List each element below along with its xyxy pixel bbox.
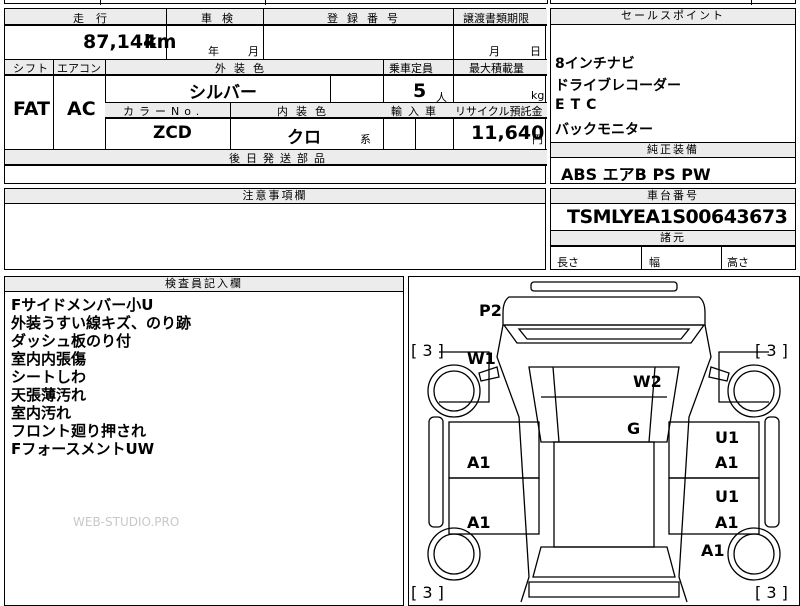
damage-mark-w1: W1 [467, 349, 496, 368]
damage-mark-g: G [627, 419, 641, 438]
inspector-note-line: FフォースメントUW [11, 440, 155, 458]
damage-mark-p2: P2 [479, 301, 502, 320]
exterior-color-header: 外装色 [215, 62, 272, 75]
caution-header: 注意事項欄 [5, 189, 545, 204]
shift-value: FAT [13, 98, 50, 120]
damage-mark-a1: A1 [467, 513, 491, 532]
vehicle-info-table: 走行 車検 登録番号 譲渡書類期限 87,144 km 年 月 月 日 シフト … [4, 8, 547, 184]
tire-front-left: [ 3 ] [411, 341, 444, 360]
aircon-header: エアコン [57, 62, 101, 75]
sales-points-header: セールスポイント [551, 9, 795, 25]
max-load-unit: kg [531, 89, 545, 102]
dimension-height-label: 高さ [727, 256, 749, 269]
recycle-unit: 円 [532, 133, 543, 146]
caution-panel: 注意事項欄 [4, 188, 546, 270]
inspection-year-unit: 年 [208, 45, 219, 58]
damage-mark-u1: U1 [715, 487, 740, 506]
inspection-month-unit: 月 [248, 45, 259, 58]
transfer-deadline-header: 譲渡書類期限 [463, 12, 529, 25]
car-diagram [427, 281, 781, 603]
tire-rear-right: [ 3 ] [755, 583, 788, 602]
interior-color-value: クロ [287, 128, 321, 148]
chassis-header: 車台番号 [551, 189, 795, 204]
sales-point-item: 8インチナビ [555, 56, 635, 72]
damage-mark-w2: W2 [633, 372, 662, 391]
color-no-header: カラーNo. [123, 105, 205, 118]
registration-header: 登録番号 [327, 12, 407, 25]
chassis-number: TSMLYEA1S00643673 [567, 206, 788, 228]
dimension-width-label: 幅 [649, 256, 660, 269]
watermark: WEB-STUDIO.PRO [73, 515, 180, 529]
exterior-color-value: シルバー [189, 83, 257, 103]
dimensions-header: 諸元 [551, 231, 795, 246]
sales-points-panel: セールスポイント 8インチナビ ドライブレコーダー ETC バックモニター [550, 8, 796, 143]
transfer-month-unit: 月 [489, 45, 500, 58]
genuine-equipment-panel: 純正装備 ABS エアB PS PW [550, 142, 796, 184]
damage-mark-a1: A1 [467, 453, 491, 472]
mileage-header: 走行 [73, 12, 119, 25]
mileage-unit: km [144, 31, 177, 53]
genuine-equipment-header: 純正装備 [551, 143, 795, 158]
inspector-notes-header: 検査員記入欄 [5, 277, 403, 292]
inspection-header: 車検 [201, 12, 243, 25]
damage-mark-a1: A1 [715, 513, 739, 532]
shift-header: シフト [13, 62, 49, 75]
sales-point-item: ETC [555, 97, 603, 113]
import-header: 輸入車 [391, 105, 442, 118]
chassis-panel: 車台番号 TSMLYEA1S00643673 諸元 長さ 幅 高さ [550, 188, 796, 270]
max-load-header: 最大積載量 [469, 62, 524, 75]
top-partial-right [550, 0, 796, 5]
damage-mark-a1: A1 [701, 541, 725, 560]
color-no-value: ZCD [153, 123, 192, 143]
capacity-header: 乗車定員 [389, 62, 433, 75]
later-parts-header: 後日発送部品 [229, 152, 331, 165]
interior-color-suffix: 系 [360, 133, 371, 146]
sales-point-item: ドライブレコーダー [555, 78, 681, 94]
car-diagram-panel: P2 W1 W2 G A1 A1 U1 A1 U1 A1 A1 [ 3 ] [ … [408, 276, 800, 606]
damage-mark-a1: A1 [715, 453, 739, 472]
capacity-value: 5 [413, 80, 427, 102]
genuine-equipment-value: ABS エアB PS PW [561, 165, 711, 184]
inspector-notes-panel: 検査員記入欄 Fサイドメンバー小U 外装うすい線キズ、のり跡 ダッシュ板のり付 … [4, 276, 404, 606]
interior-color-header: 内装色 [277, 105, 334, 118]
tire-front-right: [ 3 ] [755, 341, 788, 360]
aircon-value: AC [67, 98, 96, 120]
damage-mark-u1: U1 [715, 428, 740, 447]
transfer-day-unit: 日 [530, 45, 541, 58]
sales-point-item: バックモニター [555, 122, 653, 138]
recycle-header: リサイクル預託金 [455, 105, 543, 118]
dimension-length-label: 長さ [557, 256, 579, 269]
top-partial-row [4, 0, 548, 5]
tire-rear-left: [ 3 ] [411, 583, 444, 602]
